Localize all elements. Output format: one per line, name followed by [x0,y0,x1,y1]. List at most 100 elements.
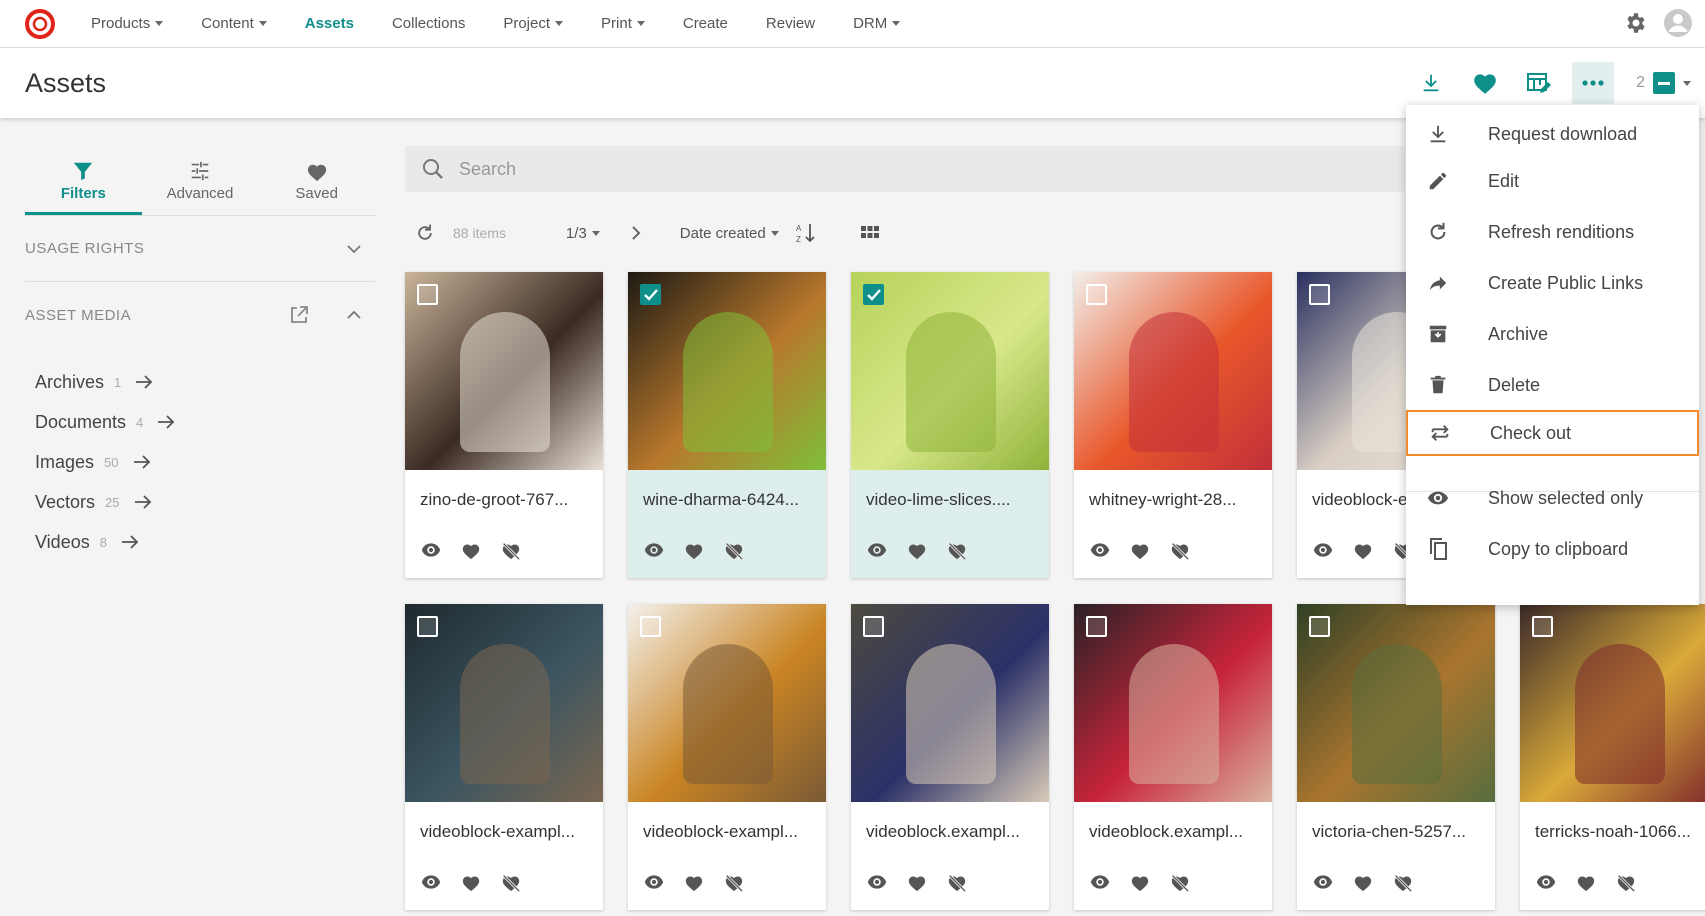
favorite-heart-icon[interactable] [907,542,927,565]
preview-eye-icon[interactable] [867,874,887,897]
asset-checkbox[interactable] [417,284,438,305]
search-bar[interactable]: Search [405,146,1405,192]
favorite-heart-icon[interactable] [907,874,927,897]
asset-card[interactable]: videoblock-exampl... [405,604,603,910]
next-page-icon[interactable] [630,225,642,241]
asset-card[interactable]: wine-dharma-6424... [628,272,826,578]
asset-checkbox[interactable] [640,284,661,305]
asset-checkbox[interactable] [1309,284,1330,305]
nav-item-project[interactable]: Project [503,15,564,32]
nav-item-drm[interactable]: DRM [853,15,901,32]
arrow-right-icon[interactable] [135,374,153,390]
unfavorite-heart-icon[interactable] [1393,874,1413,897]
menu-item-archive[interactable]: Archive [1406,311,1699,357]
asset-checkbox[interactable] [863,284,884,305]
select-options-caret-icon[interactable] [1683,80,1691,86]
asset-card[interactable]: videoblock-exampl... [628,604,826,910]
asset-thumbnail[interactable] [1520,604,1705,802]
chevron-down-icon[interactable] [347,244,361,254]
nav-item-create[interactable]: Create [683,15,728,32]
user-avatar-icon[interactable] [1663,8,1693,38]
unfavorite-heart-icon[interactable] [1616,874,1636,897]
asset-card[interactable]: videoblock.exampl... [851,604,1049,910]
asset-card[interactable]: zino-de-groot-767... [405,272,603,578]
preview-eye-icon[interactable] [867,542,887,565]
tab-filters[interactable]: Filters [25,154,142,215]
favorite-heart-icon[interactable] [1130,542,1150,565]
favorite-heart-icon[interactable] [684,542,704,565]
usage-rights-section[interactable]: USAGE RIGHTS [25,216,375,282]
unfavorite-heart-icon[interactable] [947,874,967,897]
unfavorite-heart-icon[interactable] [1170,874,1190,897]
favorite-heart-icon[interactable] [461,542,481,565]
favorite-heart-icon[interactable] [684,874,704,897]
preview-eye-icon[interactable] [1313,874,1333,897]
menu-item-create-public-links[interactable]: Create Public Links [1406,260,1699,306]
grid-view-icon[interactable] [860,224,879,242]
media-item-documents[interactable]: Documents 4 [35,402,375,442]
favorite-button[interactable] [1464,62,1506,104]
asset-card[interactable]: terricks-noah-1066... [1520,604,1705,910]
nav-item-assets[interactable]: Assets [305,15,354,32]
asset-thumbnail[interactable] [628,272,826,470]
chevron-up-icon[interactable] [347,310,361,320]
nav-item-review[interactable]: Review [766,15,815,32]
preview-eye-icon[interactable] [1090,874,1110,897]
favorite-heart-icon[interactable] [1130,874,1150,897]
asset-thumbnail[interactable] [405,604,603,802]
media-item-images[interactable]: Images 50 [35,442,375,482]
unfavorite-heart-icon[interactable] [501,874,521,897]
menu-item-edit[interactable]: Edit [1406,158,1699,204]
preview-eye-icon[interactable] [1090,542,1110,565]
unfavorite-heart-icon[interactable] [724,542,744,565]
menu-item-check-out[interactable]: Check out [1406,410,1699,456]
nav-item-products[interactable]: Products [91,15,164,32]
unfavorite-heart-icon[interactable] [947,542,967,565]
asset-card[interactable]: victoria-chen-5257... [1297,604,1495,910]
favorite-heart-icon[interactable] [461,874,481,897]
media-item-videos[interactable]: Videos 8 [35,522,375,562]
refresh-icon[interactable] [415,223,435,243]
asset-checkbox[interactable] [1086,616,1107,637]
app-logo-icon[interactable] [25,8,55,39]
favorite-heart-icon[interactable] [1576,874,1596,897]
page-selector[interactable]: 1/3 [566,225,600,242]
deselect-all-checkbox[interactable] [1653,72,1675,94]
menu-item-delete[interactable]: Delete [1406,362,1699,408]
tab-saved[interactable]: Saved [258,154,375,215]
asset-card[interactable]: video-lime-slices.... [851,272,1049,578]
preview-eye-icon[interactable] [1536,874,1556,897]
preview-eye-icon[interactable] [421,874,441,897]
media-item-vectors[interactable]: Vectors 25 [35,482,375,522]
unfavorite-heart-icon[interactable] [1170,542,1190,565]
arrow-right-icon[interactable] [134,494,152,510]
arrow-right-icon[interactable] [157,414,175,430]
asset-card[interactable]: whitney-wright-28... [1074,272,1272,578]
asset-thumbnail[interactable] [405,272,603,470]
preview-eye-icon[interactable] [644,542,664,565]
asset-checkbox[interactable] [417,616,438,637]
favorite-heart-icon[interactable] [1353,874,1373,897]
open-external-icon[interactable] [289,305,309,325]
preview-eye-icon[interactable] [421,542,441,565]
unfavorite-heart-icon[interactable] [724,874,744,897]
menu-item-show-selected-only[interactable]: Show selected only [1406,475,1699,521]
asset-checkbox[interactable] [1086,284,1107,305]
nav-item-print[interactable]: Print [601,15,645,32]
asset-thumbnail[interactable] [1074,604,1272,802]
asset-thumbnail[interactable] [1074,272,1272,470]
preview-eye-icon[interactable] [644,874,664,897]
asset-checkbox[interactable] [1309,616,1330,637]
menu-item-copy-to-clipboard[interactable]: Copy to clipboard [1406,526,1699,572]
asset-thumbnail[interactable] [628,604,826,802]
asset-checkbox[interactable] [863,616,884,637]
nav-item-collections[interactable]: Collections [392,15,465,32]
arrow-right-icon[interactable] [133,454,151,470]
asset-checkbox[interactable] [1532,616,1553,637]
asset-thumbnail[interactable] [851,604,1049,802]
nav-item-content[interactable]: Content [201,15,267,32]
more-actions-button[interactable] [1572,62,1615,104]
menu-item-request-download[interactable]: Request download [1406,111,1699,157]
menu-item-refresh-renditions[interactable]: Refresh renditions [1406,209,1699,255]
download-button[interactable] [1410,62,1452,104]
